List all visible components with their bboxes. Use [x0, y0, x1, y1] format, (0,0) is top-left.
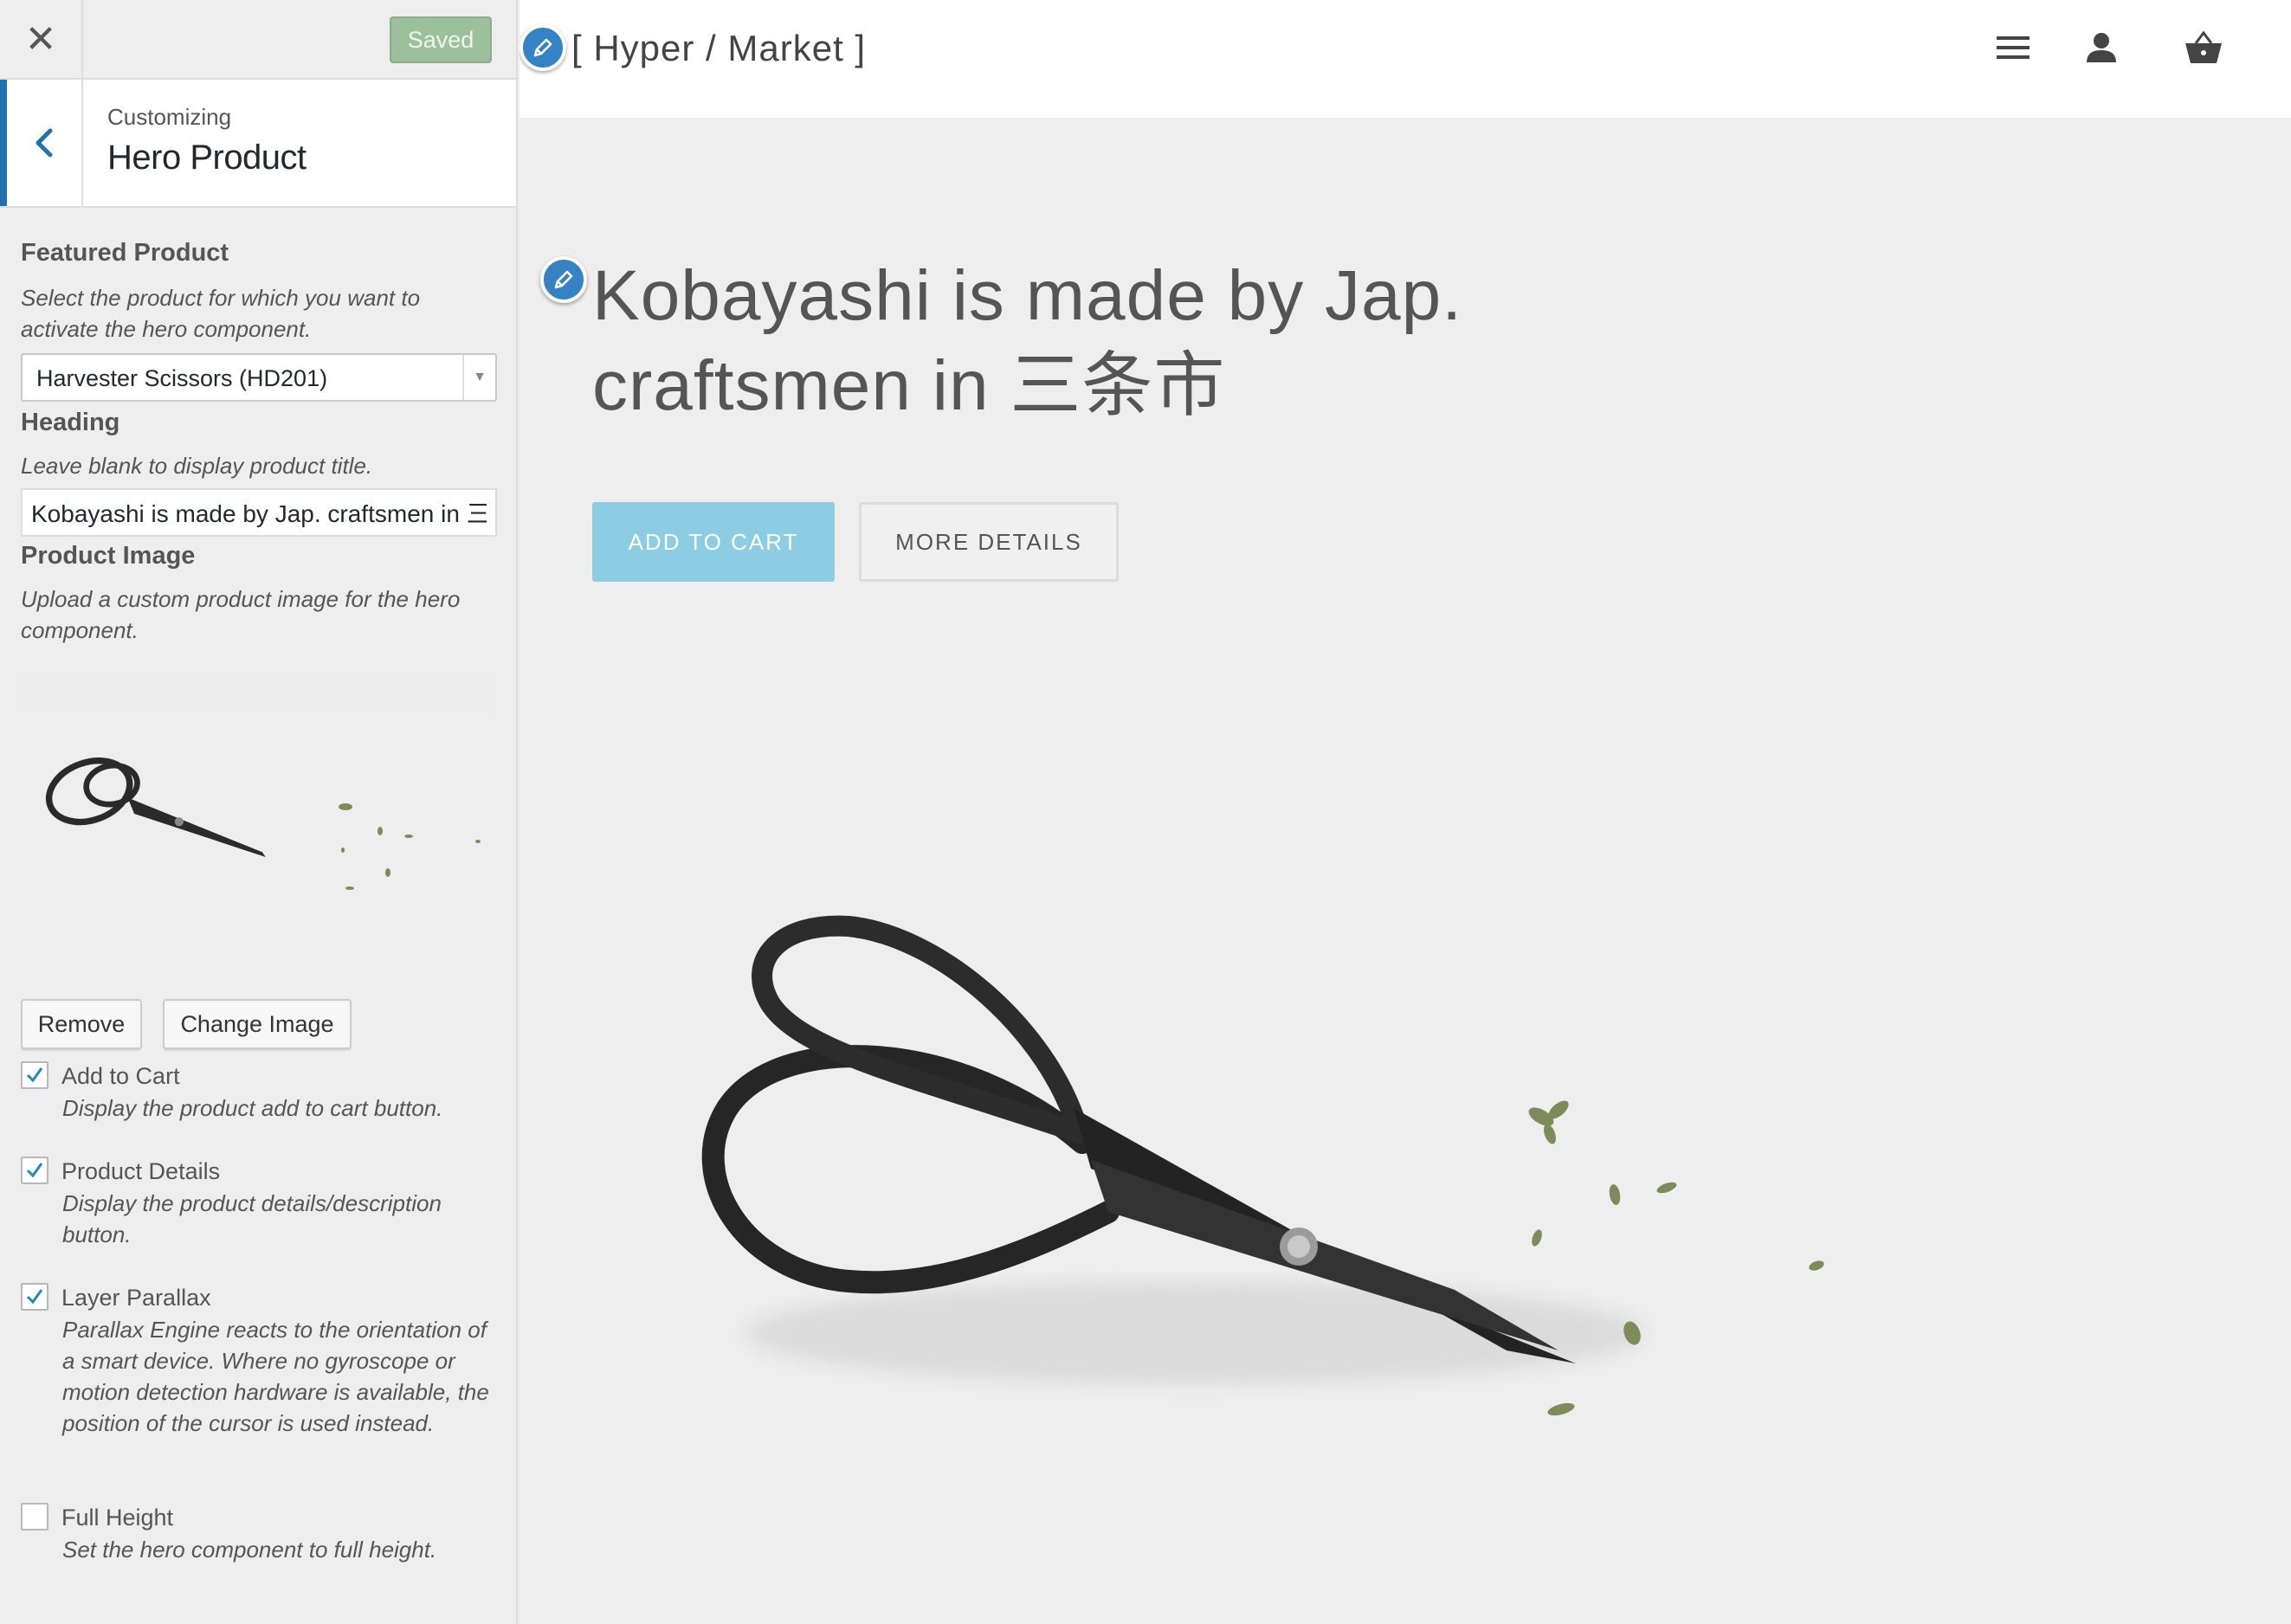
product-image-description: Upload a custom product image for the he…	[21, 586, 461, 643]
featured-product-description: Select the product for which you want to…	[21, 285, 421, 342]
section-title: Hero Product	[107, 139, 307, 177]
saved-button[interactable]: Saved	[390, 16, 492, 63]
layer-parallax-option-description: Parallax Engine reacts to the orientatio…	[62, 1317, 489, 1436]
checkmark-icon	[26, 1163, 43, 1178]
close-customizer-button[interactable]: ✕	[0, 0, 83, 78]
checkmark-icon	[26, 1067, 43, 1083]
add-to-cart-button[interactable]: ADD TO CART	[592, 502, 835, 582]
pencil-icon	[533, 38, 552, 57]
chevron-left-icon	[35, 128, 53, 158]
remove-image-button[interactable]: Remove	[21, 999, 142, 1049]
hero-heading: Kobayashi is made by Jap. craftsmen in 三…	[592, 251, 1631, 431]
full-height-option-label: Full Height	[61, 1505, 174, 1531]
section-header: Customizing Hero Product	[0, 80, 516, 208]
layer-parallax-option-label: Layer Parallax	[61, 1285, 211, 1311]
heading-description: Leave blank to display product title.	[21, 453, 373, 479]
product-details-checkbox[interactable]	[21, 1157, 48, 1184]
featured-product-title: Featured Product	[21, 239, 229, 267]
product-details-option-description: Display the product details/description …	[62, 1190, 442, 1247]
heading-title: Heading	[21, 409, 120, 436]
cart-icon[interactable]	[2182, 26, 2225, 69]
customizer-topbar: ✕ Saved	[0, 0, 516, 80]
dropdown-arrow-icon: ▼	[462, 355, 495, 400]
featured-product-select[interactable]: Harvester Scissors (HD201) ▼	[21, 353, 497, 402]
add-to-cart-checkbox[interactable]	[21, 1061, 48, 1089]
menu-icon[interactable]	[1991, 26, 2035, 69]
full-height-option-description: Set the hero component to full height.	[62, 1537, 437, 1563]
product-image-title: Product Image	[21, 542, 196, 570]
hero-product-image	[701, 915, 1824, 1416]
full-height-checkbox[interactable]	[21, 1503, 48, 1531]
pencil-icon	[554, 270, 573, 289]
more-details-button[interactable]: MORE DETAILS	[859, 502, 1119, 582]
site-brand[interactable]: [ Hyper / Market ]	[571, 28, 866, 69]
product-details-option-label: Product Details	[61, 1158, 221, 1184]
layer-parallax-checkbox[interactable]	[21, 1283, 48, 1311]
change-image-button[interactable]: Change Image	[163, 999, 352, 1049]
back-button[interactable]	[0, 80, 83, 206]
site-preview: [ Hyper / Market ] Kobayashi is made by …	[520, 0, 2291, 1624]
hero-heading-line-1: Kobayashi is made by Jap.	[592, 256, 1462, 335]
edit-brand-shortcut[interactable]	[520, 24, 566, 71]
checkmark-icon	[26, 1289, 43, 1305]
edit-heading-shortcut[interactable]	[540, 256, 587, 303]
heading-input[interactable]	[21, 488, 497, 537]
add-to-cart-option-description: Display the product add to cart button.	[62, 1095, 443, 1121]
close-icon: ✕	[24, 17, 57, 61]
breadcrumb: Customizing	[107, 104, 232, 130]
featured-product-selected-value: Harvester Scissors (HD201)	[36, 365, 328, 391]
user-icon[interactable]	[2080, 26, 2123, 69]
hero-heading-line-2: craftsmen in 三条市	[592, 346, 1226, 425]
add-to-cart-option-label: Add to Cart	[61, 1063, 180, 1089]
site-header: [ Hyper / Market ]	[520, 0, 2291, 118]
product-image-thumbnail	[21, 672, 497, 957]
customizer-sidebar: ✕ Saved Customizing Hero Product Feature…	[0, 0, 518, 1624]
